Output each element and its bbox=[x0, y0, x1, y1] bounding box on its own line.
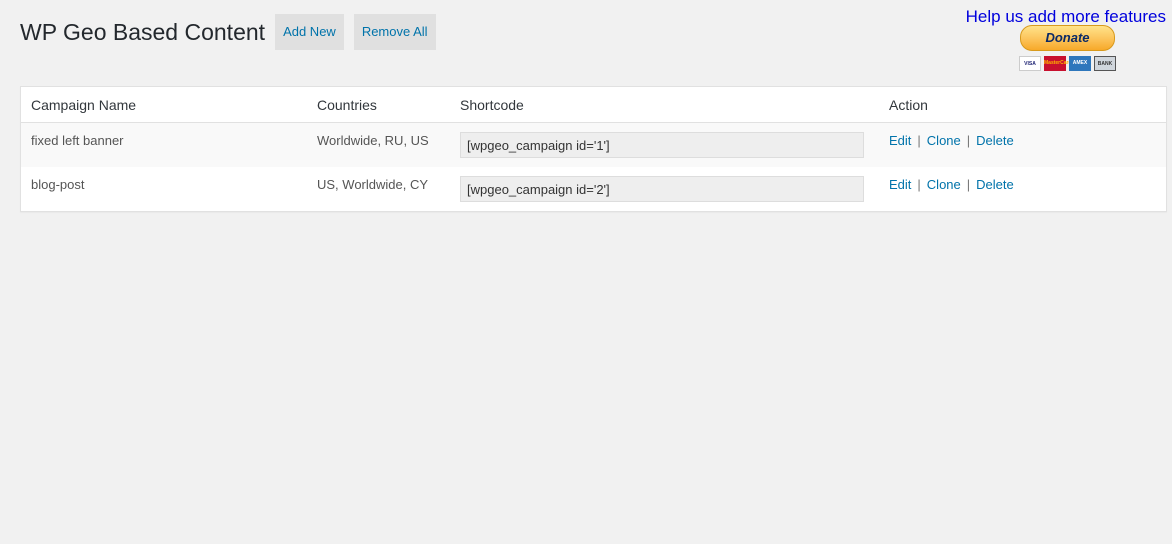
action-separator: | bbox=[966, 177, 971, 192]
column-header-action: Action bbox=[879, 87, 1166, 123]
clone-link[interactable]: Clone bbox=[927, 177, 961, 192]
countries-cell: Worldwide, RU, US bbox=[317, 133, 429, 148]
campaign-table-wrap: Campaign Name Countries Shortcode Action… bbox=[20, 86, 1167, 212]
action-separator: | bbox=[917, 133, 921, 148]
column-header-campaign-name: Campaign Name bbox=[21, 87, 307, 123]
page-header: WP Geo Based Content Add New Remove All bbox=[20, 14, 446, 50]
actions-cell: Edit | Clone | Delete bbox=[879, 123, 1166, 168]
table-row: blog-post US, Worldwide, CY Edit | Clone | D… bbox=[21, 167, 1166, 211]
campaign-name-cell: blog-post bbox=[31, 177, 85, 192]
action-separator: | bbox=[917, 177, 921, 192]
page-title: WP Geo Based Content bbox=[20, 19, 266, 45]
delete-link[interactable]: Delete bbox=[976, 133, 1014, 148]
donate-button-wrap: Donate bbox=[1020, 25, 1115, 53]
clone-link[interactable]: Clone bbox=[927, 133, 961, 148]
shortcode-input[interactable] bbox=[460, 176, 864, 202]
action-separator: | bbox=[966, 133, 971, 148]
table-header-row: Campaign Name Countries Shortcode Action bbox=[21, 87, 1166, 123]
edit-link[interactable]: Edit bbox=[889, 133, 911, 148]
mastercard-card-icon: MasterCard bbox=[1044, 56, 1072, 71]
campaign-name-cell: fixed left banner bbox=[31, 133, 124, 148]
table-row: fixed left banner Worldwide, RU, US Edit… bbox=[21, 122, 1166, 168]
payment-cards: VISA MasterCard AMEX BANK bbox=[1019, 56, 1116, 71]
edit-link[interactable]: Edit bbox=[889, 177, 911, 192]
bank-card-icon: BANK bbox=[1094, 56, 1116, 71]
shortcode-input[interactable] bbox=[460, 132, 864, 158]
visa-card-icon: VISA bbox=[1019, 56, 1041, 71]
actions-cell: Edit | Clone | Delete bbox=[879, 167, 1166, 211]
shortcode-cell bbox=[450, 123, 879, 168]
remove-all-button[interactable]: Remove All bbox=[353, 14, 436, 50]
page: WP Geo Based Content Add New Remove All … bbox=[0, 0, 1172, 544]
delete-link[interactable]: Delete bbox=[976, 177, 1014, 192]
column-header-shortcode: Shortcode bbox=[450, 87, 879, 123]
amex-card-icon: AMEX bbox=[1069, 56, 1091, 71]
donate-button[interactable]: Donate bbox=[1020, 25, 1115, 51]
add-new-button[interactable]: Add New bbox=[275, 14, 344, 50]
shortcode-cell bbox=[450, 167, 879, 211]
column-header-countries: Countries bbox=[307, 87, 450, 123]
campaign-table: Campaign Name Countries Shortcode Action… bbox=[21, 87, 1166, 211]
countries-cell: US, Worldwide, CY bbox=[317, 177, 429, 192]
